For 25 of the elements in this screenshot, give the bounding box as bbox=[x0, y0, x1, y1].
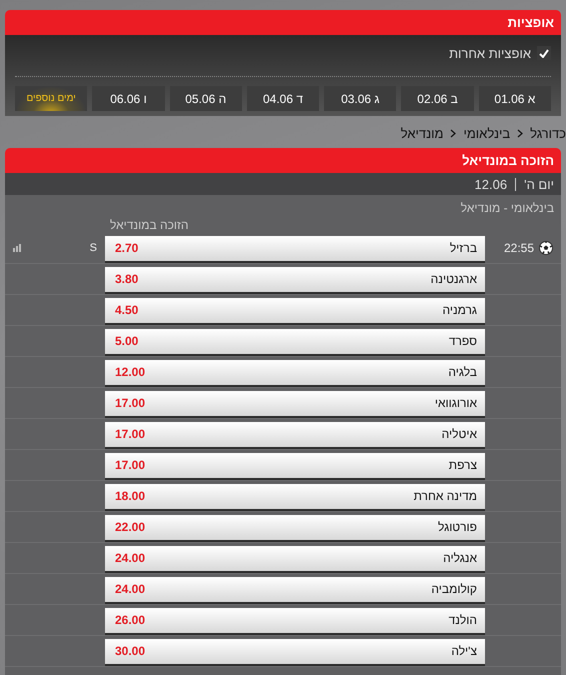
day-tab[interactable]: ה 05.06 bbox=[170, 86, 242, 111]
tag-label: S bbox=[90, 242, 97, 254]
soccer-ball-icon bbox=[539, 241, 553, 256]
day-tab[interactable]: ב 02.06 bbox=[401, 86, 474, 111]
chevron-icon bbox=[517, 129, 524, 138]
breadcrumb-link[interactable]: בינלאומי bbox=[463, 126, 510, 142]
checkbox[interactable] bbox=[537, 46, 551, 60]
day-tab[interactable]: ג 03.06 bbox=[324, 86, 396, 111]
day-tab[interactable]: ד 04.06 bbox=[246, 86, 320, 111]
date-label: 12.06 bbox=[474, 176, 508, 192]
panel-title: הזוכה במונדיאל bbox=[5, 148, 561, 174]
checkbox-label: אופציות אחרות bbox=[449, 46, 531, 60]
breadcrumb-link[interactable]: כדורגל bbox=[530, 126, 566, 142]
day-tab[interactable]: ו 06.06 bbox=[92, 86, 165, 111]
other-options-checkbox[interactable]: אופציות אחרות bbox=[15, 43, 551, 63]
breadcrumb-link[interactable]: מונדיאל bbox=[400, 126, 444, 142]
panel-title: אופציות bbox=[5, 10, 561, 35]
event-time: 22:55 bbox=[504, 241, 534, 256]
more-days-button[interactable]: ימים נוספים bbox=[15, 86, 88, 111]
competition-label: בינלאומי - מונדיאל bbox=[460, 200, 555, 218]
stats-icon[interactable] bbox=[13, 244, 22, 252]
market-label: הזוכה במונדיאל bbox=[110, 218, 188, 232]
day-tab[interactable]: א 01.06 bbox=[478, 86, 551, 111]
day-label: יום ה' bbox=[524, 176, 554, 192]
chevron-icon bbox=[450, 129, 456, 138]
